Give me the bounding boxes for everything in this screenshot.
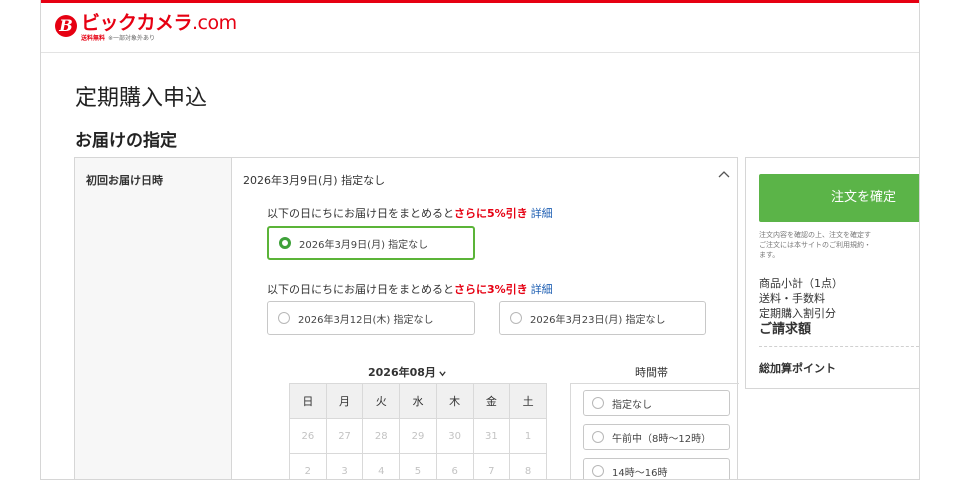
promo-3-percent: 以下の日にちにお届け日をまとめるとさらに3%引き 詳細 [267, 283, 553, 296]
logo-b-icon: B [55, 15, 77, 37]
chevron-down-icon [439, 370, 446, 376]
shipping-label: 送料・手数料 [759, 292, 825, 305]
calendar-week-row: 2 3 4 5 6 7 8 [289, 453, 547, 479]
promo-3-detail-link[interactable]: 詳細 [531, 283, 553, 296]
timeslot-option[interactable]: 14時～16時 [583, 458, 730, 479]
section-title: お届けの指定 [75, 131, 177, 151]
delivery-option[interactable]: 2026年3月23日(月) 指定なし [499, 301, 706, 335]
radio-icon [510, 312, 522, 324]
delivery-option[interactable]: 2026年3月12日(木) 指定なし [267, 301, 475, 335]
shipping-note: ※一部対象外あり [108, 35, 156, 42]
weekday-label: 日 [289, 383, 327, 419]
price-summary: 商品小計（1点） 送料・手数料 定期購入割引分 ご請求額 [759, 276, 843, 339]
calendar-day: 7 [472, 453, 511, 479]
weekday-label: 水 [399, 383, 437, 419]
calendar-day: 6 [435, 453, 474, 479]
confirm-order-button[interactable]: 注文を確定 [759, 174, 919, 222]
radio-icon [592, 431, 604, 443]
calendar-day: 28 [362, 418, 401, 454]
subtotal-label: 商品小計（1点） [759, 277, 843, 290]
calendar-day: 31 [472, 418, 511, 454]
selected-delivery-date[interactable]: 2026年3月9日(月) 指定なし [243, 172, 385, 188]
delivery-label-column: 初回お届け日時 [75, 158, 232, 479]
calendar-month-selector[interactable]: 2026年08月 [368, 364, 447, 380]
points-label: 総加算ポイント [759, 362, 836, 375]
logo-name: ビックカメラ [81, 12, 193, 34]
weekday-label: 金 [472, 383, 511, 419]
calendar-day: 30 [435, 418, 474, 454]
site-logo[interactable]: B ビックカメラ.com 送料無料 ※一部対象外あり [55, 11, 237, 45]
weekday-label: 木 [435, 383, 474, 419]
calendar-day: 8 [509, 453, 547, 479]
delivery-box: 初回お届け日時 2026年3月9日(月) 指定なし 以下の日にちにお届け日をまと… [74, 157, 739, 479]
promo-5-percent: 以下の日にちにお届け日をまとめるとさらに5%引き 詳細 [267, 207, 553, 220]
weekday-label: 火 [362, 383, 401, 419]
timeslot-panel: 指定なし 午前中（8時～12時） 14時～16時 [570, 383, 739, 479]
radio-icon [592, 465, 604, 477]
site-header: B ビックカメラ.com 送料無料 ※一部対象外あり [41, 3, 919, 53]
calendar-day: 29 [399, 418, 437, 454]
summary-divider [759, 346, 919, 347]
delivery-option-selected[interactable]: 2026年3月9日(月) 指定なし [267, 226, 475, 260]
page-title: 定期購入申込 [75, 86, 208, 111]
radio-checked-icon [279, 237, 291, 249]
radio-icon [592, 397, 604, 409]
logo-domain: .com [192, 12, 237, 34]
order-notice: 注文内容を確認の上、注文を確定す ご注文には本サイトのご利用規約・ ます。 [759, 231, 871, 259]
delivery-label: 初回お届け日時 [86, 174, 163, 187]
total-label: ご請求額 [759, 322, 812, 337]
calendar-day: 3 [325, 453, 364, 479]
calendar-day: 2 [289, 453, 327, 479]
calendar-week-row: 26 27 28 29 30 31 1 [289, 418, 547, 454]
free-shipping-badge: 送料無料 [81, 35, 106, 42]
timeslot-option[interactable]: 午前中（8時～12時） [583, 424, 730, 450]
discount-label: 定期購入割引分 [759, 307, 836, 320]
promo-5-detail-link[interactable]: 詳細 [531, 207, 553, 220]
delivery-calendar: 日 月 火 水 木 金 土 26 27 28 29 30 31 1 2 3 4 [289, 383, 547, 479]
timeslot-title: 時間帯 [635, 366, 668, 379]
radio-icon [278, 312, 290, 324]
order-summary-panel: 注文を確定 注文内容を確認の上、注文を確定す ご注文には本サイトのご利用規約・ … [745, 157, 919, 389]
weekday-label: 月 [325, 383, 364, 419]
calendar-day: 4 [362, 453, 401, 479]
calendar-weekday-row: 日 月 火 水 木 金 土 [289, 383, 547, 419]
page-frame: B ビックカメラ.com 送料無料 ※一部対象外あり 定期購入申込 お届けの指定 … [40, 0, 920, 480]
calendar-day: 5 [399, 453, 437, 479]
calendar-day: 26 [289, 418, 327, 454]
calendar-day: 1 [509, 418, 547, 454]
chevron-up-icon[interactable] [716, 167, 732, 183]
weekday-label: 土 [509, 383, 547, 419]
timeslot-option[interactable]: 指定なし [583, 390, 730, 416]
calendar-day: 27 [325, 418, 364, 454]
